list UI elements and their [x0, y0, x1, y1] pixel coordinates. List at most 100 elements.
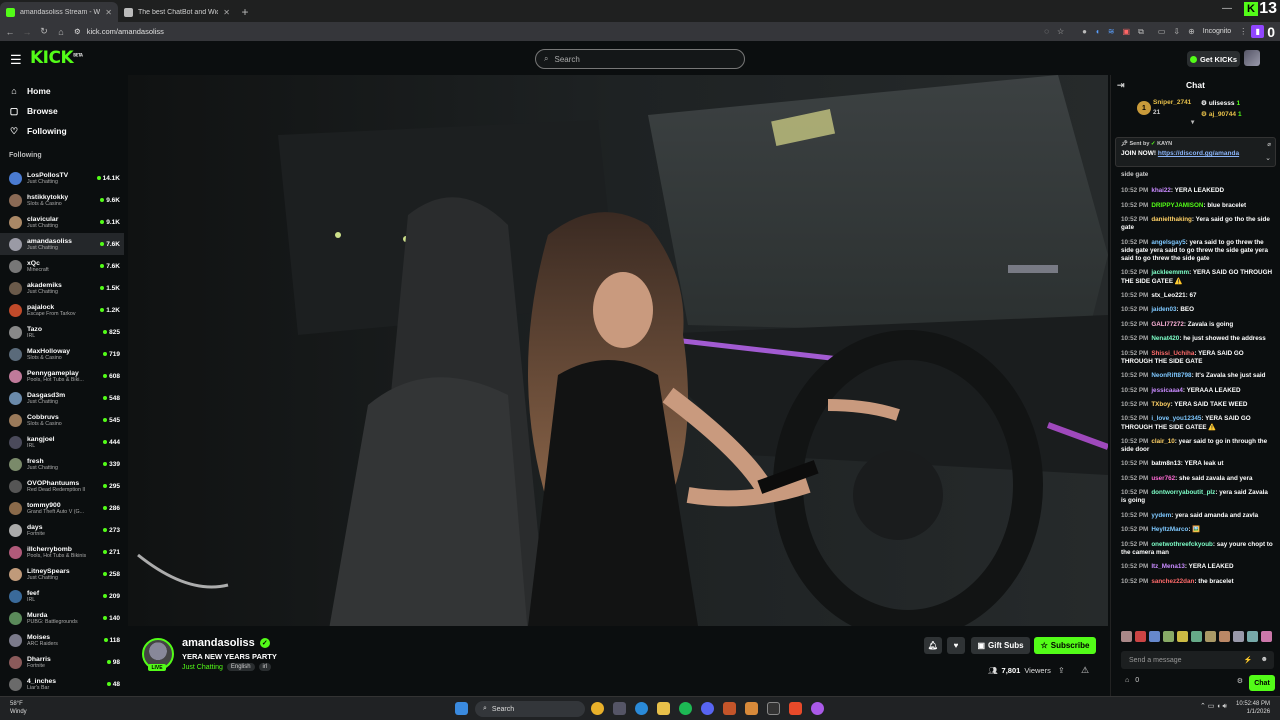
back-icon[interactable]: ← [3, 27, 17, 37]
chat-message-input[interactable]: Send a message ⚡ ☻ [1121, 651, 1274, 669]
edge-icon[interactable] [635, 702, 648, 715]
chat-username[interactable]: sanchez22dan [1151, 578, 1194, 585]
twitch-extension-icon[interactable]: ▮ [1251, 25, 1265, 38]
subscribe-button[interactable]: ☆ Subscribe [1034, 637, 1096, 654]
emote-icon[interactable] [1121, 631, 1132, 642]
emote-icon[interactable] [1205, 631, 1216, 642]
send-chat-button[interactable]: Chat [1249, 675, 1275, 691]
chat-username[interactable]: user762 [1151, 475, 1175, 482]
emote-icon[interactable] [1163, 631, 1174, 642]
split-view-icon[interactable]: ▭ [1158, 27, 1166, 36]
chat-username[interactable]: Itz_Mena13 [1151, 563, 1185, 570]
chat-username[interactable]: khai22 [1151, 187, 1171, 194]
chevron-down-icon[interactable]: ⌄ [1265, 154, 1271, 162]
emote-icon[interactable] [1149, 631, 1160, 642]
sidebar-channel-kangjoel[interactable]: kangjoel IRL 444 [0, 431, 124, 453]
sidebar-channel-tommy900[interactable]: tommy900 Grand Theft Auto V (G... 286 [0, 497, 124, 519]
chat-username[interactable]: HeyItzMarco [1151, 526, 1188, 533]
sidebar-channel-fresh[interactable]: fresh Just Chatting 339 [0, 453, 124, 475]
extension-dot-icon[interactable]: ● [1082, 27, 1087, 36]
minimize-icon[interactable]: — [1222, 3, 1232, 14]
sidebar-channel-amandasoliss[interactable]: amandasoliss Just Chatting 7.6K [0, 233, 124, 255]
chat-username[interactable]: jessicaaa4 [1151, 387, 1183, 394]
sidebar-channel-pennygameplay[interactable]: Pennygameplay Pools, Hot Tubs & Biki... 60… [0, 365, 124, 387]
nav-home[interactable]: ⌂ Home [0, 81, 124, 101]
search-input[interactable]: ⌕ Search [535, 49, 745, 69]
sidebar-channel-4_inches[interactable]: 4_inches Liar's Bar 48 [0, 673, 124, 695]
sidebar-channel-murda[interactable]: Murda PUBG: Battlegrounds 140 [0, 607, 124, 629]
gift-subs-button[interactable]: ▣ Gift Subs [971, 637, 1030, 654]
nav-following[interactable]: ♡ Following [0, 121, 124, 141]
collapse-chat-icon[interactable]: ⇥ [1117, 80, 1125, 91]
spotify-icon[interactable] [679, 702, 692, 715]
sidebar-channel-tazo[interactable]: Tazo IRL 825 [0, 321, 124, 343]
extensions-puzzle-icon[interactable]: ⧉ [1138, 27, 1144, 37]
tab-close-icon[interactable]: ✕ [105, 8, 112, 17]
menu-icon[interactable]: ⋮ [1239, 27, 1247, 36]
url-field[interactable]: ⚙ kick.com/amandasoliss [74, 27, 1040, 36]
discord-icon[interactable] [701, 702, 714, 715]
sidebar-channel-xqc[interactable]: xQc Minecraft 7.6K [0, 255, 124, 277]
points-icon[interactable]: ⌂ [1125, 677, 1129, 684]
chat-username[interactable]: stx_Leo221 [1151, 292, 1185, 299]
brave-icon[interactable] [789, 702, 802, 715]
browser-tab-active[interactable]: amandasoliss Stream - Wat ✕ [0, 2, 118, 22]
chat-username[interactable]: jackleemmm [1151, 269, 1189, 276]
sidebar-channel-hstikkytokky[interactable]: hstikkytokky Slots & Casino 9.6K [0, 189, 124, 211]
follow-heart-button[interactable]: ♥ [947, 637, 965, 654]
chat-username[interactable]: i_love_you12345 [1151, 415, 1201, 422]
expand-gifters-icon[interactable]: ▾ [1191, 118, 1194, 126]
terminal-icon[interactable] [767, 702, 780, 715]
download-icon[interactable]: ⇩ [1173, 27, 1180, 36]
chat-username[interactable]: angelsgay5 [1151, 239, 1185, 246]
notification-bell-button[interactable]: 🔔︎ [924, 637, 942, 654]
emote-icon[interactable] [1261, 631, 1272, 642]
app-icon[interactable] [745, 702, 758, 715]
chat-username[interactable]: dontworryaboutit_plz [1151, 489, 1215, 496]
sidebar-channel-illcherrybomb[interactable]: illcherrybomb Pools, Hot Tubs & Bikinis 27… [0, 541, 124, 563]
pinned-message[interactable]: 📌︎ Sent by ✓ KAYN JOIN NOW! https://disc… [1115, 137, 1276, 167]
gifter[interactable]: ⚙ ulisesss 1 [1201, 99, 1240, 108]
kick-logo[interactable]: KICKBETA [30, 48, 83, 68]
sidebar-channel-cobbruvs[interactable]: Cobbruvs Slots & Casino 545 [0, 409, 124, 431]
sidebar-channel-dharris[interactable]: Dharris Fortnite 98 [0, 651, 124, 673]
chat-username[interactable]: onetwothreefckyoub [1151, 541, 1213, 548]
chat-username[interactable]: NeonRift8798 [1151, 372, 1191, 379]
emote-icon[interactable] [1233, 631, 1244, 642]
emote-icon[interactable] [1247, 631, 1258, 642]
tab-close-icon[interactable]: ✕ [223, 8, 230, 17]
sidebar-channel-clavicular[interactable]: clavicular Just Chatting 9.1K [0, 211, 124, 233]
emote-icon[interactable] [1191, 631, 1202, 642]
sidebar-channel-moises[interactable]: Moises ARC Raiders 118 [0, 629, 124, 651]
app-icon[interactable] [811, 702, 824, 715]
profile-icon[interactable]: ⊕ [1188, 27, 1195, 36]
windows-start-icon[interactable] [455, 702, 468, 715]
emote-icon[interactable] [1177, 631, 1188, 642]
taskbar-clock[interactable]: 10:52:48 PM 1/1/2026 [1236, 700, 1270, 716]
get-kicks-button[interactable]: Get KICKs [1187, 51, 1240, 67]
emote-icon[interactable] [1219, 631, 1230, 642]
sidebar-channel-days[interactable]: days Fortnite 273 [0, 519, 124, 541]
extension-icon[interactable]: ◖ [1095, 27, 1100, 36]
top-gifter[interactable]: Sniper_2741 [1153, 99, 1191, 106]
pinned-link[interactable]: https://discord.gg/amanda [1158, 150, 1239, 157]
eye-off-icon[interactable]: ◌ [1044, 27, 1049, 36]
chat-username[interactable]: yydem [1151, 512, 1171, 519]
chat-username[interactable]: DRIPPYJAMISON [1151, 202, 1203, 209]
taskbar-search[interactable]: ⌕ Search [475, 701, 585, 717]
emoji-icon[interactable]: ☻ [1261, 656, 1268, 664]
sidebar-channel-pajalock[interactable]: pajalock Escape From Tarkov 1.2K [0, 299, 124, 321]
chat-username[interactable]: Shissi_Uchiha [1151, 350, 1194, 357]
user-avatar[interactable] [1244, 50, 1260, 66]
sidebar-channel-maxholloway[interactable]: MaxHolloway Slots & Casino 719 [0, 343, 124, 365]
extension-icon[interactable]: ▣ [1123, 27, 1131, 36]
bookmark-star-icon[interactable]: ☆ [1057, 27, 1064, 36]
site-info-icon[interactable]: ⚙ [74, 27, 81, 36]
sidebar-channel-akademiks[interactable]: akademiks Just Chatting 1.5K [0, 277, 124, 299]
forward-icon[interactable]: → [20, 27, 34, 37]
sidebar-channel-litneyspears[interactable]: LitneySpears Just Chatting 258 [0, 563, 124, 585]
tag-irl[interactable]: irl [258, 663, 272, 671]
file-explorer-icon[interactable] [657, 702, 670, 715]
chat-settings-icon[interactable]: ⚙ [1237, 677, 1243, 685]
chat-username[interactable]: Nenat420 [1151, 335, 1179, 342]
